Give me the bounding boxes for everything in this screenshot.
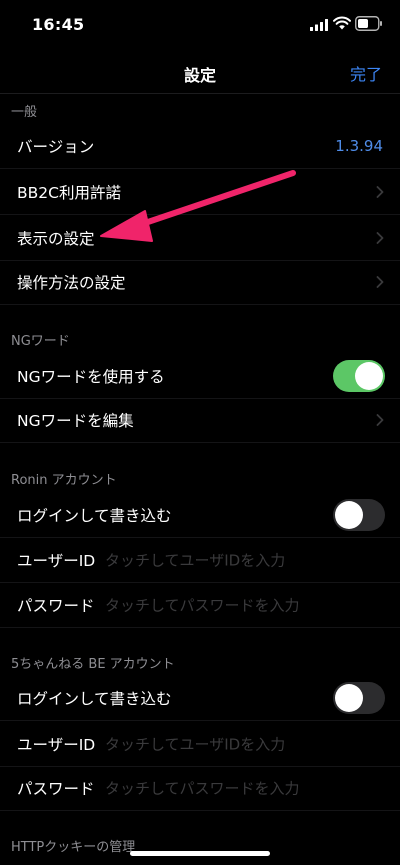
version-row: バージョン 1.3.94 bbox=[0, 123, 400, 169]
ngword-use-row: NGワードを使用する bbox=[0, 353, 400, 399]
ngword-use-toggle[interactable] bbox=[333, 359, 385, 392]
be-userid-input[interactable]: タッチしてユーザIDを入力 bbox=[105, 733, 285, 754]
status-time: 16:45 bbox=[32, 15, 85, 34]
toggle-knob bbox=[335, 683, 363, 712]
ronin-password-row[interactable]: パスワード タッチしてパスワードを入力 bbox=[0, 582, 400, 628]
be-password-label: パスワード bbox=[17, 779, 95, 798]
section-header-be: 5ちゃんねる BE アカウント bbox=[11, 657, 175, 672]
license-label: BB2C利用許諾 bbox=[17, 183, 121, 202]
section-header-general: 一般 bbox=[11, 105, 38, 120]
ngword-edit-row[interactable]: NGワードを編集 bbox=[0, 397, 400, 443]
version-value: 1.3.94 bbox=[335, 136, 383, 155]
be-login-toggle[interactable] bbox=[333, 681, 385, 714]
page-title: 設定 bbox=[183, 66, 216, 85]
toggle-knob bbox=[355, 361, 383, 390]
ronin-login-row: ログインして書き込む bbox=[0, 492, 400, 538]
be-login-label: ログインして書き込む bbox=[17, 689, 172, 708]
ronin-userid-label: ユーザーID bbox=[17, 551, 96, 570]
ronin-userid-row[interactable]: ユーザーID タッチしてユーザIDを入力 bbox=[0, 537, 400, 583]
cellular-signal-icon bbox=[310, 19, 328, 31]
chevron-right-icon bbox=[376, 185, 384, 198]
ronin-userid-input[interactable]: タッチしてユーザIDを入力 bbox=[105, 549, 285, 570]
section-header-ronin: Ronin アカウント bbox=[11, 473, 117, 488]
chevron-right-icon bbox=[376, 413, 384, 426]
operation-settings-row[interactable]: 操作方法の設定 bbox=[0, 259, 400, 305]
be-password-input[interactable]: タッチしてパスワードを入力 bbox=[105, 777, 300, 798]
toggle-knob bbox=[335, 500, 363, 529]
be-userid-label: ユーザーID bbox=[17, 735, 96, 754]
navigation-bar: 設定 完了 bbox=[0, 50, 400, 94]
status-bar: 16:45 bbox=[0, 0, 400, 50]
ronin-login-label: ログインして書き込む bbox=[17, 506, 172, 525]
section-header-ngword: NGワード bbox=[11, 334, 70, 349]
be-login-row: ログインして書き込む bbox=[0, 675, 400, 721]
be-password-row[interactable]: パスワード タッチしてパスワードを入力 bbox=[0, 765, 400, 811]
home-indicator[interactable] bbox=[130, 851, 270, 856]
operation-settings-label: 操作方法の設定 bbox=[17, 273, 126, 292]
ronin-password-label: パスワード bbox=[17, 596, 95, 615]
done-button[interactable]: 完了 bbox=[350, 61, 382, 85]
be-userid-row[interactable]: ユーザーID タッチしてユーザIDを入力 bbox=[0, 721, 400, 767]
chevron-right-icon bbox=[376, 231, 384, 244]
battery-icon bbox=[355, 16, 382, 31]
version-label: バージョン bbox=[17, 137, 95, 156]
wifi-icon bbox=[333, 16, 351, 30]
ronin-login-toggle[interactable] bbox=[333, 498, 385, 531]
display-settings-label: 表示の設定 bbox=[17, 229, 95, 248]
section-header-cookie: HTTPクッキーの管理 bbox=[11, 840, 136, 855]
ngword-use-label: NGワードを使用する bbox=[17, 367, 165, 386]
display-settings-row[interactable]: 表示の設定 bbox=[0, 215, 400, 261]
ronin-password-input[interactable]: タッチしてパスワードを入力 bbox=[105, 594, 300, 615]
chevron-right-icon bbox=[376, 275, 384, 288]
license-row[interactable]: BB2C利用許諾 bbox=[0, 169, 400, 215]
ngword-edit-label: NGワードを編集 bbox=[17, 411, 134, 430]
